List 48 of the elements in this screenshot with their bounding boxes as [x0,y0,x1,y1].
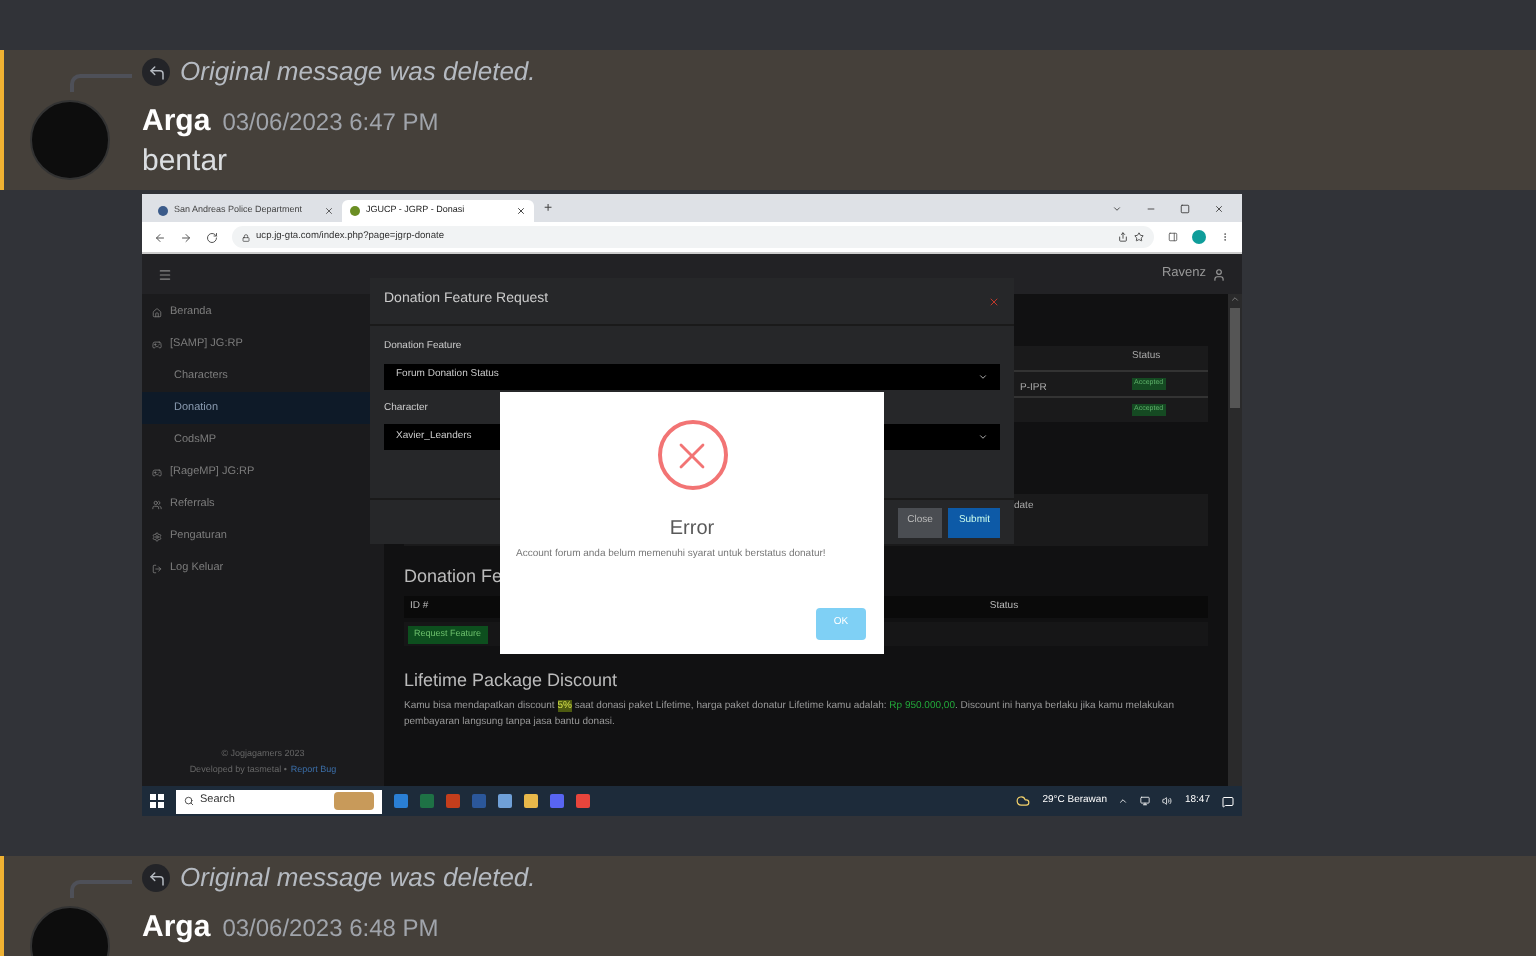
message-text: bentar [142,142,230,182]
share-icon[interactable] [1118,232,1128,242]
profile-avatar[interactable] [1192,230,1206,244]
weather-icon [1016,794,1031,808]
error-icon [657,420,727,490]
logout-icon [152,563,162,573]
author-name[interactable]: Arga [142,906,211,951]
lock-icon [242,233,250,241]
reply-icon [142,864,170,892]
user-icon[interactable] [1212,267,1226,281]
caret-icon [978,371,988,381]
back-icon[interactable] [154,231,166,243]
gamepad-icon [152,339,162,349]
chevron-down-icon[interactable] [1112,203,1122,213]
scroll-up-icon[interactable] [1230,294,1240,304]
users-icon [152,499,162,509]
favicon-icon [158,206,168,216]
reply-preview-text: Original message was deleted. [180,860,536,896]
minimize-icon[interactable] [1146,203,1156,213]
star-icon[interactable] [1134,232,1144,242]
reply-connector-line [70,880,132,898]
caret-icon [978,432,988,442]
section-title: Lifetime Package Discount [404,668,620,692]
avatar [30,100,110,180]
forward-icon[interactable] [180,231,192,243]
dialog-title: Error [669,518,715,540]
reply-preview-text: Original message was deleted. [180,54,536,90]
reload-icon[interactable] [206,231,218,243]
search-icon [184,796,194,806]
author-name[interactable]: Arga [142,100,211,145]
volume-icon[interactable] [1162,796,1173,806]
timestamp: 03/06/2023 6:48 PM [222,912,439,946]
reply-icon [142,58,170,86]
tray-chevron-icon[interactable] [1118,796,1129,806]
maximize-icon[interactable] [1180,203,1190,213]
home-icon [152,307,162,317]
favicon-icon [350,206,360,216]
windows-logo-icon[interactable] [150,794,164,808]
menu-icon[interactable] [158,267,172,281]
side-panel-icon[interactable] [1168,232,1178,242]
gamepad-icon [152,467,162,477]
settings-icon [152,531,162,541]
timestamp: 03/06/2023 6:47 PM [222,106,439,140]
section-title: Donation Fe [404,564,505,588]
network-icon[interactable] [1140,796,1151,806]
reply-connector-line [70,74,132,92]
notification-icon[interactable] [1222,795,1234,807]
scrollbar-thumb[interactable] [1230,308,1240,408]
